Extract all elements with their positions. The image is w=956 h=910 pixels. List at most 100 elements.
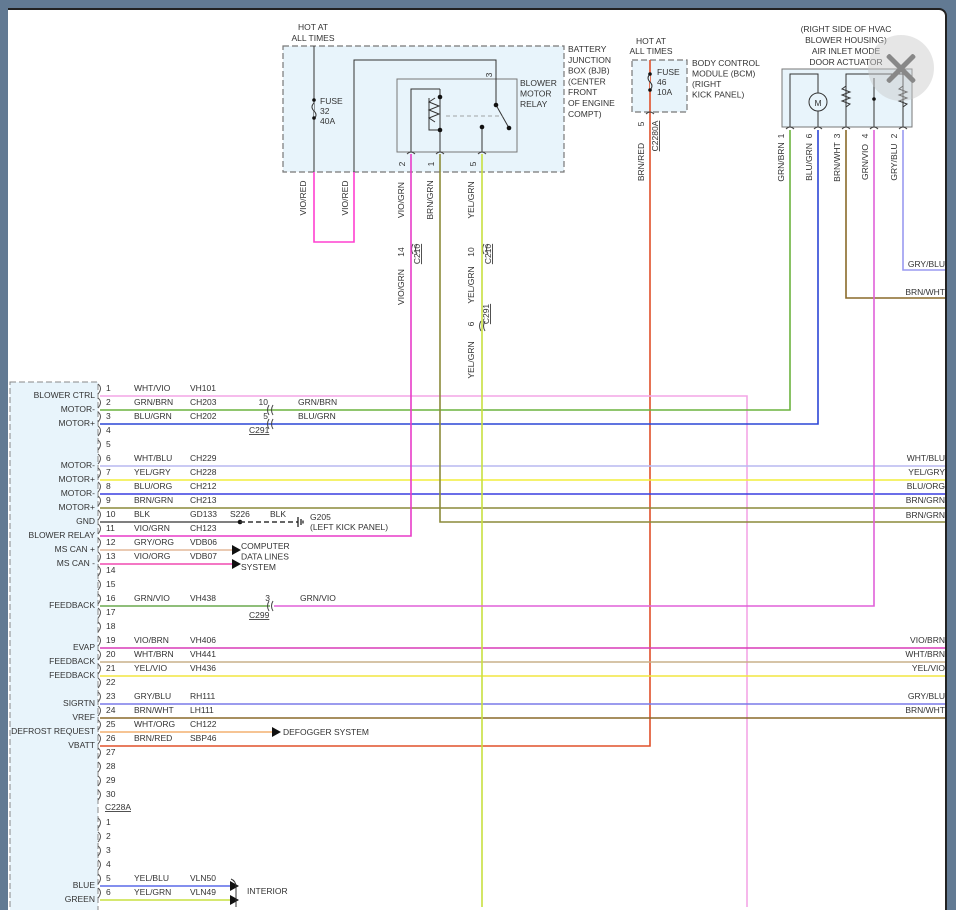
connector-label: C210 <box>412 244 422 265</box>
relay-title: MOTOR <box>520 89 551 99</box>
bjb-title: COMPT) <box>568 109 602 119</box>
pin-function: GND <box>76 516 95 526</box>
arrow-icon <box>230 895 239 905</box>
pin-number: 17 <box>106 607 116 617</box>
pin-label: 1 <box>776 133 786 138</box>
pin-function: MS CAN - <box>57 558 95 568</box>
pin-number: 12 <box>106 537 116 547</box>
wire-label: BLU/GRN <box>804 143 814 181</box>
pin-label: 14 <box>396 247 406 257</box>
wire-color-label: BRN/GRN <box>134 495 173 505</box>
computer-data-lines-label: SYSTEM <box>241 562 276 572</box>
wire-label: YEL/GRY <box>908 467 945 477</box>
pin-number: 30 <box>106 789 116 799</box>
wire-label: BLK <box>270 509 286 519</box>
wire-pin-11 <box>100 154 412 537</box>
actuator-title: BLOWER HOUSING) <box>805 35 887 45</box>
pin-number: 24 <box>106 705 116 715</box>
bcm-title: (RIGHT <box>692 79 721 89</box>
wire-color-label: VIO/ORG <box>134 551 170 561</box>
wire-color-label: WHT/BLU <box>134 453 172 463</box>
circuit-label: CH212 <box>190 481 217 491</box>
wire-color-label: BLU/ORG <box>134 481 172 491</box>
pin-number: 4 <box>106 425 111 435</box>
wire-label: YEL/VIO <box>912 663 945 673</box>
connector-label: C291 <box>249 425 270 435</box>
wire-label: BLU/ORG <box>907 481 945 491</box>
wire-color-label: WHT/ORG <box>134 719 175 729</box>
motor-label: M <box>814 98 821 108</box>
splice-label: S226 <box>230 509 250 519</box>
wire-color-label: VIO/GRN <box>134 523 170 533</box>
wire-gry-blu <box>902 130 945 271</box>
bjb-title: OF ENGINE <box>568 98 615 108</box>
pin-number: 6 <box>106 887 111 897</box>
pin-label: 2 <box>889 133 899 138</box>
pin-number: 23 <box>106 691 116 701</box>
pin-function: FEEDBACK <box>49 670 95 680</box>
arrow-icon <box>232 545 241 555</box>
wire-label: GRY/BLU <box>889 143 899 180</box>
wire-color-label: GRY/ORG <box>134 537 174 547</box>
wire-label: BLU/GRN <box>298 411 336 421</box>
wire-label: BRN/GRN <box>906 510 945 520</box>
junction-dot <box>648 88 652 92</box>
circuit-label: RH111 <box>190 691 215 701</box>
wire-color-label: GRY/BLU <box>134 691 171 701</box>
wire-label: BRN/WHT <box>905 705 945 715</box>
pin-number: 3 <box>106 845 111 855</box>
wire-label: YEL/GRN <box>466 266 476 303</box>
circuit-label: GD133 <box>190 509 217 519</box>
pin-label: 2 <box>397 161 407 166</box>
circuit-label: VH438 <box>190 593 216 603</box>
defogger-label: DEFOGGER SYSTEM <box>283 727 369 737</box>
circuit-label: VDB07 <box>190 551 217 561</box>
circuit-label: CH228 <box>190 467 217 477</box>
circuit-label: VLN50 <box>190 873 216 883</box>
connector-label: C228A <box>105 802 131 812</box>
connector-label: C2280A <box>650 120 660 151</box>
pin-number: 18 <box>106 621 116 631</box>
circuit-label: CH203 <box>190 397 217 407</box>
circuit-label: SBP46 <box>190 733 217 743</box>
wire-label: BRN/RED <box>636 143 646 181</box>
pin-label: 3 <box>832 133 842 138</box>
pin-number: 26 <box>106 733 116 743</box>
pin-function: MOTOR+ <box>59 418 95 428</box>
pin-label: 6 <box>804 133 814 138</box>
ground-label: (LEFT KICK PANEL) <box>310 522 388 532</box>
junction-dot <box>312 98 316 102</box>
bcm-title: BODY CONTROL <box>692 58 760 68</box>
wire-label: YEL/GRN <box>466 341 476 378</box>
pin-number: 6 <box>106 453 111 463</box>
wire-color-label: BRN/WHT <box>134 705 174 715</box>
wire-color-label: GRN/VIO <box>134 593 170 603</box>
pin-number: 1 <box>106 817 111 827</box>
wire-label: BRN/WHT <box>832 142 842 182</box>
wire-label: VIO/RED <box>298 181 308 216</box>
pin-number: 27 <box>106 747 116 757</box>
hot-label: ALL TIMES <box>292 33 335 43</box>
pin-number: 29 <box>106 775 116 785</box>
pin-function: MOTOR- <box>61 460 95 470</box>
pin-number: 16 <box>106 593 116 603</box>
wire-color-label: WHT/BRN <box>134 649 174 659</box>
fuse-label: 40A <box>320 116 335 126</box>
pin-function: FEEDBACK <box>49 656 95 666</box>
circuit-label: VLN49 <box>190 887 216 897</box>
bjb-title: BATTERY <box>568 44 607 54</box>
wire-color-label: YEL/BLU <box>134 873 169 883</box>
fuse-label: 32 <box>320 106 330 116</box>
wire-label: GRY/BLU <box>908 259 945 269</box>
connector-label: C210 <box>483 244 493 265</box>
circuit-label: CH229 <box>190 453 217 463</box>
close-button[interactable] <box>868 35 934 101</box>
wire-label: GRN/BRN <box>298 397 337 407</box>
bcm-title: KICK PANEL) <box>692 90 744 100</box>
pin-number: 22 <box>106 677 116 687</box>
wire-label: VIO/GRN <box>396 182 406 218</box>
relay-title: RELAY <box>520 99 548 109</box>
circuit-label: VH101 <box>190 383 216 393</box>
pin-number: 28 <box>106 761 116 771</box>
pin-function: BLOWER RELAY <box>29 530 96 540</box>
